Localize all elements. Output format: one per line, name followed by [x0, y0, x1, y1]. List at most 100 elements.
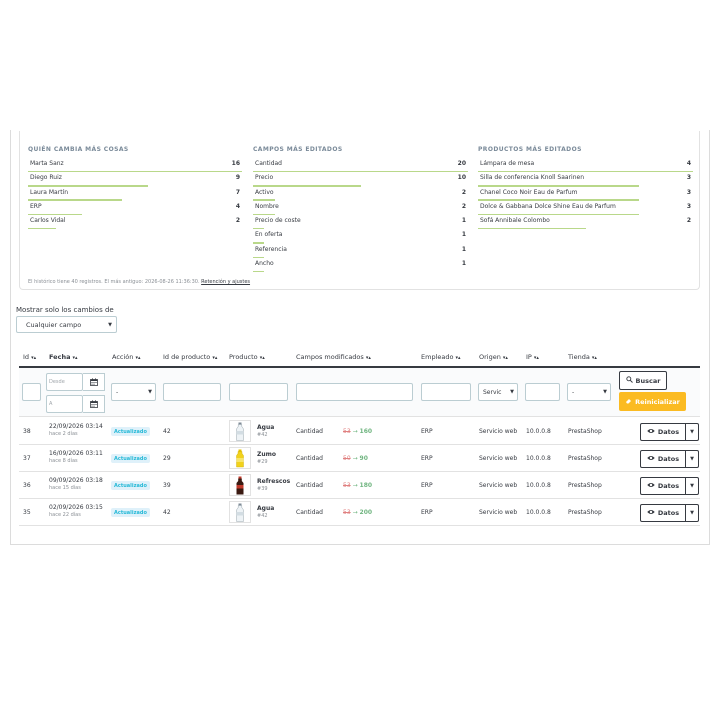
stat-row-label: Carlos Vidal — [30, 217, 66, 225]
row-product-name[interactable]: Refrescos — [257, 478, 290, 485]
row-ago: hace 22 días — [49, 512, 81, 518]
status-badge: Actualizado — [111, 481, 150, 490]
row-field: Cantidad — [296, 482, 323, 489]
search-button[interactable]: Buscar — [619, 371, 667, 390]
row-field: Cantidad — [296, 428, 323, 435]
stat-row-count: 16 — [231, 160, 240, 167]
stat-row-label: ERP — [30, 202, 42, 210]
row-product-name[interactable]: Agua — [257, 505, 274, 512]
filter-id-input[interactable] — [22, 383, 41, 401]
filter-producto-input[interactable] — [229, 383, 288, 401]
stat-row-bar — [28, 227, 56, 230]
sort-icon[interactable]: ▾▴ — [592, 355, 597, 361]
new-value: 160 — [359, 428, 373, 435]
stat-who-column: QUIÉN CAMBIA MÁS COSAS Marta Sanz 16 Diego… — [28, 146, 242, 230]
stat-row-label: Ancho — [255, 260, 274, 268]
filter-tienda-select[interactable]: - ▼ — [567, 383, 611, 401]
header-accion[interactable]: Acción ▾▴ — [112, 353, 141, 361]
status-badge: Actualizado — [111, 508, 150, 517]
filter-empleado-input[interactable] — [421, 383, 471, 401]
stat-row-count: 3 — [686, 188, 691, 196]
sort-icon[interactable]: ▾▴ — [366, 355, 371, 361]
details-button[interactable]: Datos — [640, 504, 686, 522]
stat-row-label: Activo — [255, 188, 274, 196]
calendar-icon[interactable] — [83, 395, 105, 413]
product-thumbnail — [229, 474, 251, 496]
stat-fields-row: Cantidad 20 — [253, 158, 468, 173]
stats-box: QUIÉN CAMBIA MÁS COSAS Marta Sanz 16 Diego… — [19, 131, 700, 290]
table-row: 37 16/09/2026 03:11 hace 8 días Actualizado… — [19, 445, 700, 472]
stat-products-column: PRODUCTOS MÁS EDITADOS Lámpara de mesa 4 S… — [478, 146, 693, 230]
reset-button[interactable]: Reinicializar — [619, 392, 686, 411]
sort-icon[interactable]: ▾▴ — [503, 355, 508, 361]
arrow-right-icon: → — [352, 428, 358, 435]
filter-date-to-input[interactable]: A — [46, 395, 83, 413]
stat-row-label: Nombre — [255, 202, 279, 210]
filter-campos-input[interactable] — [296, 383, 413, 401]
filter-ip-input[interactable] — [525, 383, 560, 401]
row-product-name[interactable]: Agua — [257, 424, 274, 431]
stat-row-count: 10 — [457, 174, 466, 182]
stat-fields-row: En oferta 1 — [253, 229, 468, 244]
header-origen[interactable]: Origen ▾▴ — [479, 353, 508, 361]
row-field: Cantidad — [296, 509, 323, 516]
stat-row-count: 2 — [235, 217, 240, 225]
chevron-down-icon: ▼ — [148, 389, 152, 395]
sort-icon[interactable]: ▾▴ — [456, 355, 461, 361]
header-tienda[interactable]: Tienda ▾▴ — [568, 353, 597, 361]
header-campos[interactable]: Campos modificados ▾▴ — [296, 353, 371, 361]
arrow-right-icon: → — [352, 455, 358, 462]
filter-label: Mostrar solo los cambios de — [16, 306, 114, 314]
caret-down-icon: ▼ — [690, 483, 694, 489]
product-thumbnail — [229, 501, 251, 523]
sort-icon[interactable]: ▾▴ — [534, 355, 539, 361]
header-id[interactable]: Id ▾▴ — [23, 353, 36, 361]
row-id: 35 — [23, 509, 31, 516]
header-id-producto[interactable]: Id de producto ▾▴ — [163, 353, 217, 361]
stat-products-row: Silla de conferencia Knoll Saarinen 3 — [478, 172, 693, 187]
chevron-down-icon: ▼ — [108, 322, 112, 328]
row-actions-dropdown[interactable]: ▼ — [685, 423, 699, 441]
header-fecha[interactable]: Fecha ▾▴ — [49, 353, 78, 361]
stat-products-row: Sofá Annibale Colombo 2 — [478, 215, 693, 230]
stat-row-count: 7 — [235, 188, 240, 196]
row-actions-dropdown[interactable]: ▼ — [685, 450, 699, 468]
filter-date-from-input[interactable]: Desde — [46, 373, 83, 391]
details-button[interactable]: Datos — [640, 423, 686, 441]
retention-settings-link[interactable]: Retención y ajustes — [201, 279, 250, 285]
filter-origen-value: Servic — [483, 388, 502, 396]
stat-fields-row: Nombre 2 — [253, 201, 468, 216]
sort-icon[interactable]: ▾▴ — [212, 355, 217, 361]
stat-row-count: 1 — [461, 245, 466, 253]
sort-icon[interactable]: ▾▴ — [260, 355, 265, 361]
stat-fields-row: Activo 2 — [253, 187, 468, 201]
row-field: Cantidad — [296, 455, 323, 462]
details-button[interactable]: Datos — [640, 477, 686, 495]
row-origin: Servicio web — [479, 509, 518, 516]
filter-id-producto-input[interactable] — [163, 383, 221, 401]
row-employee: ERP — [421, 509, 433, 516]
sort-icon[interactable]: ▾▴ — [135, 355, 140, 361]
eye-icon — [647, 482, 655, 490]
calendar-icon[interactable] — [83, 373, 105, 391]
filter-accion-value: - — [116, 388, 119, 396]
header-ip[interactable]: IP ▾▴ — [526, 353, 539, 361]
header-empleado[interactable]: Empleado ▾▴ — [421, 353, 461, 361]
field-filter-value: Cualquier campo — [26, 320, 82, 329]
row-product-name[interactable]: Zumo — [257, 451, 276, 458]
sort-icon[interactable]: ▾▴ — [31, 355, 36, 361]
details-button[interactable]: Datos — [640, 450, 686, 468]
filter-accion-select[interactable]: - ▼ — [111, 383, 156, 401]
row-actions-dropdown[interactable]: ▼ — [685, 477, 699, 495]
field-filter-select[interactable]: Cualquier campo ▼ — [16, 316, 117, 333]
stat-row-count: 3 — [686, 202, 691, 210]
row-change: 53 → 180 — [343, 482, 372, 489]
table-row: 36 09/09/2026 03:18 hace 15 días Actualizad… — [19, 472, 700, 499]
table-row: 38 22/09/2026 03:14 hace 2 días Actualizado… — [19, 418, 700, 445]
sort-icon[interactable]: ▾▴ — [73, 355, 78, 361]
stat-row-bar — [253, 270, 264, 273]
row-actions-dropdown[interactable]: ▼ — [685, 504, 699, 522]
arrow-right-icon: → — [352, 509, 358, 516]
header-producto[interactable]: Producto ▾▴ — [229, 353, 265, 361]
filter-origen-select[interactable]: Servic ▼ — [478, 383, 518, 401]
